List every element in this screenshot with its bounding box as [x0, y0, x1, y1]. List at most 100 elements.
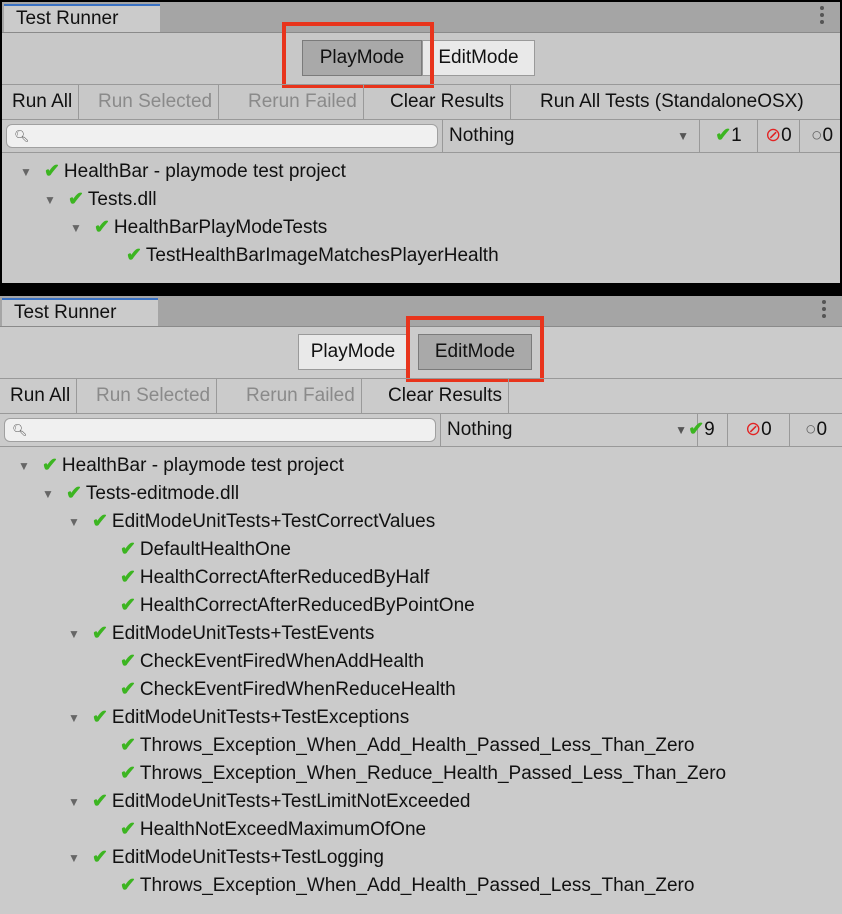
triangle-down-icon[interactable]: ▼: [20, 158, 44, 186]
search-icon: 🔍︎: [14, 129, 30, 143]
toolbar: Run All Run Selected Rerun Failed Clear …: [2, 84, 840, 120]
failed-filter-toggle[interactable]: ⊘0: [728, 414, 790, 446]
run-all-button[interactable]: Run All: [4, 379, 78, 413]
failed-filter-toggle[interactable]: ⊘0: [758, 120, 800, 152]
check-icon: ✔: [42, 455, 58, 476]
kebab-menu-icon[interactable]: [822, 300, 826, 320]
playmode-button[interactable]: PlayMode: [298, 334, 408, 370]
triangle-down-icon[interactable]: ▼: [70, 214, 94, 242]
highlight-box: [282, 22, 434, 88]
tree-item-label: EditModeUnitTests+TestEvents: [111, 623, 375, 644]
not-run-count: 0: [822, 125, 834, 146]
tree-item[interactable]: ✔ Throws_Exception_When_Add_Health_Passed…: [120, 872, 694, 900]
tree-item-label: EditModeUnitTests+TestCorrectValues: [111, 511, 436, 532]
tree-item[interactable]: ▼ ✔ EditModeUnitTests+TestLimitNotExceeded: [68, 788, 470, 816]
tree-item-label: EditModeUnitTests+TestLogging: [111, 847, 384, 868]
search-input[interactable]: 🔍︎: [6, 124, 438, 148]
category-dropdown[interactable]: Nothing ▼: [442, 120, 700, 152]
tree-item-label: Tests-editmode.dll: [85, 483, 240, 504]
run-all-button[interactable]: Run All: [6, 85, 80, 119]
category-value: Nothing: [447, 419, 513, 440]
tree-item-label: HealthCorrectAfterReducedByPointOne: [139, 595, 475, 616]
tree-item[interactable]: ▼ ✔ EditModeUnitTests+TestExceptions: [68, 704, 409, 732]
run-selected-button[interactable]: Run Selected: [90, 379, 218, 413]
tree-item[interactable]: ✔ HealthNotExceedMaximumOfOne: [120, 816, 426, 844]
triangle-down-icon[interactable]: ▼: [68, 508, 92, 536]
triangle-down-icon[interactable]: ▼: [42, 480, 66, 508]
tree-item-label: TestHealthBarImageMatchesPlayerHealth: [145, 245, 499, 266]
check-icon: ✔: [120, 819, 136, 840]
not-run-filter-toggle[interactable]: ○0: [800, 120, 840, 152]
passed-filter-toggle[interactable]: ✔9: [676, 414, 728, 446]
failed-count: 0: [781, 125, 792, 146]
tree-item[interactable]: ✔ Throws_Exception_When_Reduce_Health_Pas…: [120, 760, 726, 788]
tree-item[interactable]: ✔ CheckEventFiredWhenReduceHealth: [120, 676, 456, 704]
tab-test-runner[interactable]: Test Runner: [4, 4, 160, 32]
check-icon: ✔: [66, 483, 82, 504]
tab-test-runner[interactable]: Test Runner: [2, 298, 158, 326]
tree-item-label: HealthBar - playmode test project: [63, 161, 346, 182]
category-value: Nothing: [449, 125, 515, 146]
triangle-down-icon[interactable]: ▼: [68, 620, 92, 648]
triangle-down-icon[interactable]: ▼: [44, 186, 68, 214]
tree-item[interactable]: ▼ ✔ HealthBar - playmode test project: [18, 452, 344, 480]
tree-item[interactable]: ▼ ✔ EditModeUnitTests+TestEvents: [68, 620, 374, 648]
tree-item[interactable]: ▼ ✔ Tests.dll: [44, 186, 157, 214]
check-icon: ✔: [92, 707, 108, 728]
passed-count: 9: [704, 419, 715, 440]
not-run-filter-toggle[interactable]: ○0: [790, 414, 842, 446]
tree-item-label: Throws_Exception_When_Reduce_Health_Pass…: [139, 763, 727, 784]
tree-item[interactable]: ✔ HealthCorrectAfterReducedByHalf: [120, 564, 429, 592]
tree-item[interactable]: ✔ TestHealthBarImageMatchesPlayerHealth: [126, 242, 499, 270]
not-run-icon: ○: [810, 125, 823, 146]
tree-item[interactable]: ▼ ✔ EditModeUnitTests+TestCorrectValues: [68, 508, 435, 536]
check-icon: ✔: [126, 245, 142, 266]
tree-item[interactable]: ✔ CheckEventFiredWhenAddHealth: [120, 648, 424, 676]
triangle-down-icon[interactable]: ▼: [68, 704, 92, 732]
toolbar: Run All Run Selected Rerun Failed Clear …: [0, 378, 842, 414]
check-icon: ✔: [92, 511, 108, 532]
tree-item-label: Throws_Exception_When_Add_Health_Passed_…: [139, 875, 695, 896]
passed-count: 1: [731, 125, 742, 146]
tree-item[interactable]: ✔ HealthCorrectAfterReducedByPointOne: [120, 592, 475, 620]
test-runner-panel-editmode: Test Runner PlayMode EditMode Run All Ru…: [0, 296, 842, 914]
rerun-failed-button[interactable]: Rerun Failed: [242, 85, 364, 119]
filter-row: 🔍︎ Nothing ▼ ✔1 ⊘0 ○0: [2, 120, 840, 153]
tree-item-label: HealthCorrectAfterReducedByHalf: [139, 567, 430, 588]
failed-icon: ⊘: [745, 419, 762, 440]
run-selected-button[interactable]: Run Selected: [92, 85, 220, 119]
run-all-tests-platform-button[interactable]: Run All Tests (StandaloneOSX): [534, 85, 810, 119]
filter-row: 🔍︎ Nothing ▼ ✔9 ⊘0 ○0: [0, 414, 842, 447]
search-input[interactable]: 🔍︎: [4, 418, 436, 442]
check-icon: ✔: [715, 125, 732, 146]
tree-item[interactable]: ▼ ✔ EditModeUnitTests+TestLogging: [68, 844, 384, 872]
triangle-down-icon[interactable]: ▼: [18, 452, 42, 480]
tree-item[interactable]: ▼ ✔ HealthBarPlayModeTests: [70, 214, 327, 242]
tree-item-label: CheckEventFiredWhenAddHealth: [139, 651, 425, 672]
check-icon: ✔: [120, 763, 136, 784]
clear-results-button[interactable]: Clear Results: [384, 85, 512, 119]
tree-item-label: EditModeUnitTests+TestExceptions: [111, 707, 410, 728]
kebab-menu-icon[interactable]: [820, 6, 824, 26]
failed-count: 0: [761, 419, 772, 440]
passed-filter-toggle[interactable]: ✔1: [700, 120, 758, 152]
tree-item[interactable]: ✔ DefaultHealthOne: [120, 536, 291, 564]
tree-item[interactable]: ▼ ✔ HealthBar - playmode test project: [20, 158, 346, 186]
check-icon: ✔: [120, 539, 136, 560]
tree-item-label: HealthNotExceedMaximumOfOne: [139, 819, 427, 840]
tree-item-label: DefaultHealthOne: [139, 539, 291, 560]
rerun-failed-button[interactable]: Rerun Failed: [240, 379, 362, 413]
triangle-down-icon[interactable]: ▼: [68, 844, 92, 872]
check-icon: ✔: [120, 567, 136, 588]
category-dropdown[interactable]: Nothing ▼: [440, 414, 698, 446]
tree-item[interactable]: ✔ Throws_Exception_When_Add_Health_Passed…: [120, 732, 694, 760]
clear-results-button[interactable]: Clear Results: [382, 379, 510, 413]
triangle-down-icon[interactable]: ▼: [68, 788, 92, 816]
tree-item-label: CheckEventFiredWhenReduceHealth: [139, 679, 456, 700]
check-icon: ✔: [94, 217, 110, 238]
editmode-button[interactable]: EditMode: [422, 40, 535, 76]
check-icon: ✔: [92, 847, 108, 868]
tree-item-label: Throws_Exception_When_Add_Health_Passed_…: [139, 735, 695, 756]
tree-item[interactable]: ▼ ✔ Tests-editmode.dll: [42, 480, 239, 508]
tree-item-label: HealthBarPlayModeTests: [113, 217, 328, 238]
